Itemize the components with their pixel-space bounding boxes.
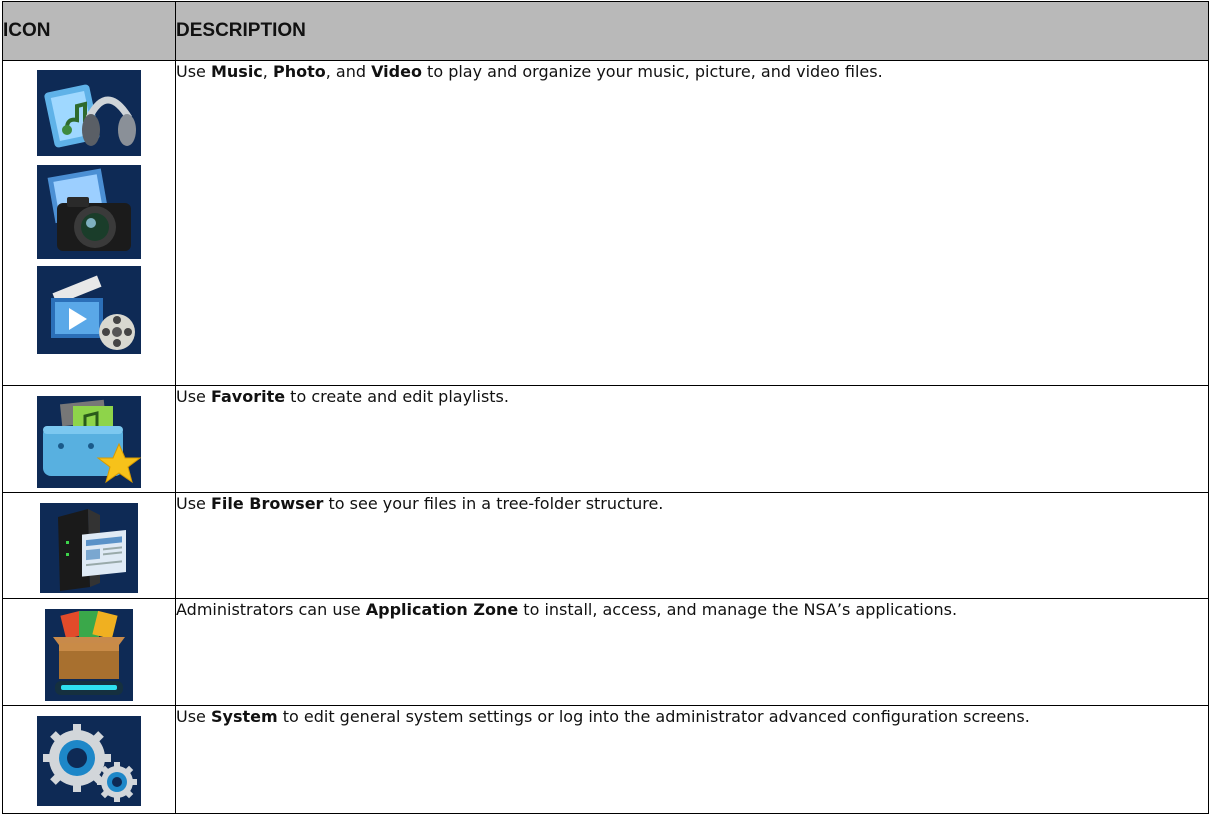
row-1-text-7: to play and organize your music, picture… [421,62,883,81]
description-cell: Use System to edit general system settin… [175,705,1209,814]
file-browser-icon [40,503,138,593]
favorite-label: Favorite [210,387,286,406]
row-2-text-3: to create and edit playlists. [285,387,509,406]
description-cell: Use Music, Photo, and Video to play and … [175,60,1209,386]
icon-reference-table: ICON DESCRIPTION Use Music, Photo, and V… [2,1,1209,814]
row-5-text-3: to edit general system settings or log i… [277,707,1030,726]
description-cell: Use Favorite to create and edit playlist… [175,385,1209,493]
description-cell: Use File Browser to see your files in a … [175,492,1209,599]
file-browser-label: File Browser [210,494,324,513]
table-row: Administrators can use Application Zone … [2,598,1209,706]
application-zone-label: Application Zone [365,600,519,619]
favorite-icon [37,396,141,488]
icon-column-header: ICON [2,1,176,61]
video-label: Video [371,62,422,81]
row-2-text-1: Use [176,387,211,406]
row-5-text-1: Use [176,707,211,726]
table-row: Use File Browser to see your files in a … [2,492,1209,599]
music-icon [37,70,141,156]
row-1-text-1: Use [176,62,211,81]
icon-cell [2,385,176,493]
music-label: Music [210,62,263,81]
row-1-text-3: , [262,62,273,81]
table-row: Use System to edit general system settin… [2,705,1209,814]
system-label: System [210,707,278,726]
icon-cell [2,705,176,814]
description-cell: Administrators can use Application Zone … [175,598,1209,706]
table-header-row: ICON DESCRIPTION [2,1,1209,61]
table-row: Use Music, Photo, and Video to play and … [2,60,1209,386]
description-column-header: DESCRIPTION [175,1,1209,61]
row-4-text-1: Administrators can use [176,600,366,619]
system-icon [37,716,141,806]
icon-cell [2,492,176,599]
row-1-text-5: , and [325,62,372,81]
table-row: Use Favorite to create and edit playlist… [2,385,1209,493]
video-icon [37,266,141,354]
icon-cell [2,598,176,706]
photo-label: Photo [272,62,326,81]
icon-cell [2,60,176,386]
application-zone-icon [45,609,133,701]
row-4-text-3: to install, access, and manage the NSA’s… [518,600,958,619]
row-3-text-3: to see your files in a tree-folder struc… [323,494,664,513]
photo-icon [37,165,141,259]
row-3-text-1: Use [176,494,211,513]
